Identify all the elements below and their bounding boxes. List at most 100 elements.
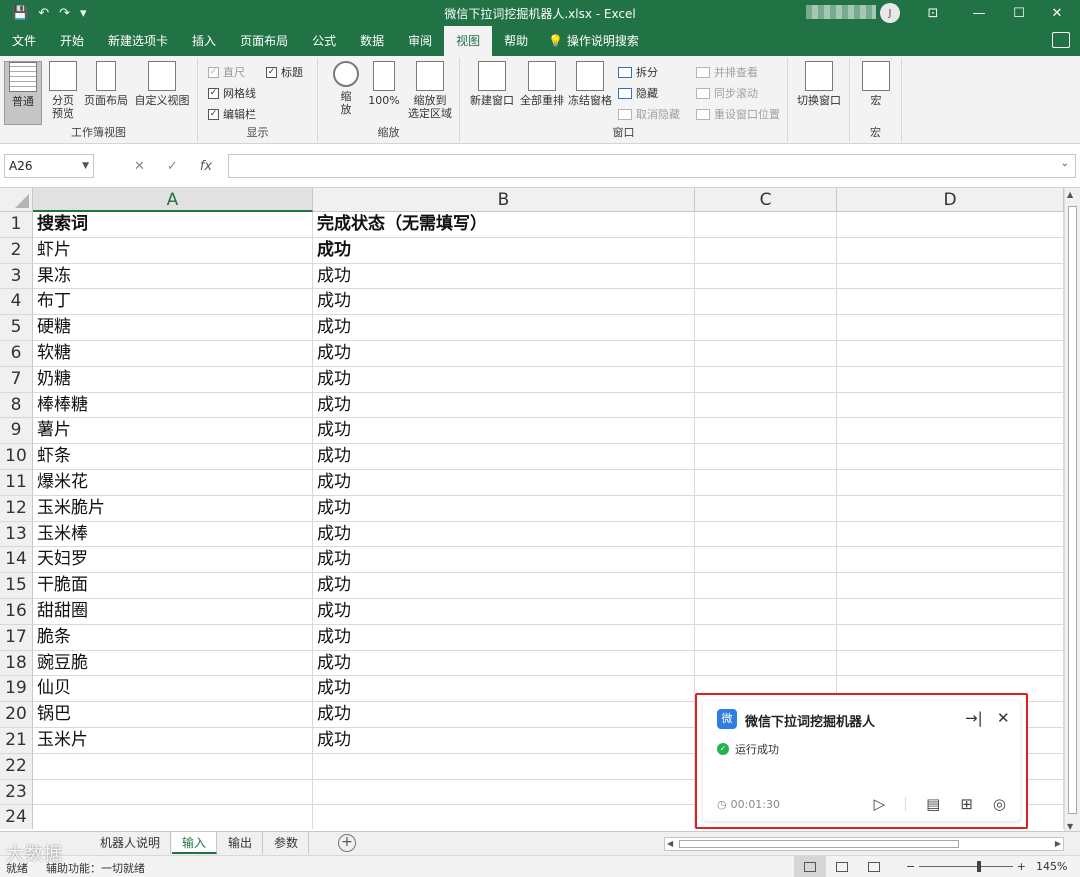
scroll-right-icon[interactable]: ▶	[1055, 838, 1061, 850]
cell[interactable]: 成功	[313, 366, 695, 393]
cell[interactable]: 脆条	[33, 624, 313, 651]
cell[interactable]: 成功	[313, 263, 695, 290]
cell[interactable]: 爆米花	[33, 470, 313, 496]
cell[interactable]	[837, 237, 1064, 264]
cell[interactable]: 成功	[313, 599, 695, 625]
tab-view[interactable]: 视图	[444, 26, 493, 56]
name-box[interactable]: A26 ▼	[4, 154, 94, 178]
cell[interactable]: 成功	[313, 495, 695, 522]
popup-close-icon[interactable]: ✕	[997, 709, 1010, 727]
horizontal-scroll-thumb[interactable]	[679, 840, 959, 848]
cell[interactable]: 硬糖	[33, 315, 313, 341]
table-icon[interactable]: ⊞	[960, 795, 973, 813]
tab-insert[interactable]: 插入	[180, 26, 228, 56]
cell[interactable]: 干脆面	[33, 573, 313, 599]
cell[interactable]: 成功	[313, 237, 695, 264]
page-layout-status-button[interactable]	[826, 856, 858, 877]
cell[interactable]: 成功	[313, 728, 695, 754]
normal-view-button[interactable]: 普通	[4, 61, 42, 125]
ribbon-display-button[interactable]: ⊡	[910, 0, 956, 26]
sheet-tab-params[interactable]: 参数	[264, 832, 310, 854]
sheet-tab-output[interactable]: 输出	[218, 832, 264, 854]
enter-icon[interactable]: ✓	[167, 159, 178, 174]
tab-data[interactable]: 数据	[348, 26, 396, 56]
cell[interactable]: 虾片	[33, 237, 313, 264]
cell[interactable]: 成功	[313, 573, 695, 599]
cell[interactable]: 成功	[313, 418, 695, 445]
scroll-left-icon[interactable]: ◀	[667, 838, 673, 850]
col-header-b[interactable]: B	[313, 188, 695, 212]
cell[interactable]	[695, 418, 837, 445]
page-layout-view-button[interactable]: 页面布局	[82, 61, 130, 107]
cell[interactable]	[695, 573, 837, 599]
formula-input[interactable]: ⌄	[228, 154, 1076, 178]
page-break-preview-button[interactable]: 分页 预览	[46, 61, 80, 120]
cell[interactable]: 薯片	[33, 418, 313, 445]
row-header[interactable]: 15	[0, 573, 33, 599]
cell[interactable]: 搜索词	[33, 212, 313, 238]
cell[interactable]	[695, 263, 837, 290]
cell[interactable]	[313, 805, 695, 829]
tab-review[interactable]: 审阅	[396, 26, 444, 56]
split-button[interactable]: 拆分	[618, 64, 658, 80]
cell[interactable]	[695, 366, 837, 393]
zoom-button[interactable]: 缩 放	[326, 61, 366, 116]
scroll-up-icon[interactable]: ▲	[1067, 190, 1073, 199]
cell[interactable]	[837, 521, 1064, 548]
insert-function-icon[interactable]: fx	[200, 159, 212, 174]
view-side-by-side-button[interactable]: 并排查看	[696, 64, 758, 80]
cell[interactable]	[837, 444, 1064, 470]
cell[interactable]	[695, 495, 837, 522]
cell[interactable]: 成功	[313, 702, 695, 728]
cell[interactable]: 棒棒糖	[33, 392, 313, 419]
row-header[interactable]: 11	[0, 470, 33, 496]
cell[interactable]	[837, 418, 1064, 445]
vertical-scroll-thumb[interactable]	[1068, 206, 1077, 814]
cell[interactable]	[695, 237, 837, 264]
zoom-out-button[interactable]: −	[906, 860, 915, 873]
cell[interactable]	[837, 366, 1064, 393]
cell[interactable]	[837, 470, 1064, 496]
cell[interactable]	[695, 444, 837, 470]
cell[interactable]	[837, 263, 1064, 290]
name-box-dropdown-icon[interactable]: ▼	[82, 155, 89, 177]
cell[interactable]: 锅巴	[33, 702, 313, 728]
sheet-tab-robot-info[interactable]: 机器人说明	[90, 832, 172, 854]
zoom-in-button[interactable]: +	[1017, 860, 1026, 873]
cell[interactable]	[837, 547, 1064, 574]
normal-view-status-button[interactable]	[794, 856, 826, 877]
zoom-slider[interactable]: − +	[906, 860, 1026, 873]
row-header[interactable]: 5	[0, 315, 33, 341]
cell[interactable]	[695, 547, 837, 574]
cell[interactable]: 仙贝	[33, 676, 313, 703]
tab-formulas[interactable]: 公式	[300, 26, 348, 56]
cell[interactable]: 成功	[313, 341, 695, 367]
freeze-panes-button[interactable]: 冻结窗格	[566, 61, 614, 107]
ruler-checkbox[interactable]: ✓ 直尺	[208, 64, 245, 80]
row-header[interactable]: 4	[0, 289, 33, 316]
row-header[interactable]: 8	[0, 392, 33, 419]
cell[interactable]: 成功	[313, 624, 695, 651]
cell[interactable]	[837, 624, 1064, 651]
cell[interactable]	[313, 779, 695, 806]
comments-icon[interactable]	[1052, 32, 1070, 48]
pin-to-side-icon[interactable]: →|	[965, 709, 983, 727]
tab-help[interactable]: 帮助	[492, 26, 540, 56]
row-header[interactable]: 23	[0, 779, 33, 806]
cell[interactable]	[837, 289, 1064, 316]
cell[interactable]	[695, 470, 837, 496]
cell[interactable]: 玉米脆片	[33, 495, 313, 522]
zoom-track[interactable]	[919, 860, 1013, 872]
new-window-button[interactable]: 新建窗口	[468, 61, 516, 107]
add-sheet-button[interactable]: +	[338, 834, 356, 852]
cell[interactable]	[695, 624, 837, 651]
horizontal-scrollbar[interactable]: ◀ ▶	[664, 837, 1064, 851]
close-button[interactable]: ✕	[1034, 0, 1080, 26]
cell[interactable]	[695, 650, 837, 677]
cell[interactable]	[837, 341, 1064, 367]
cell[interactable]	[837, 650, 1064, 677]
sheet-tab-input[interactable]: 输入	[172, 832, 218, 854]
gridlines-checkbox[interactable]: ✓ 网格线	[208, 85, 256, 101]
row-header[interactable]: 1	[0, 212, 33, 238]
cell[interactable]	[33, 805, 313, 829]
